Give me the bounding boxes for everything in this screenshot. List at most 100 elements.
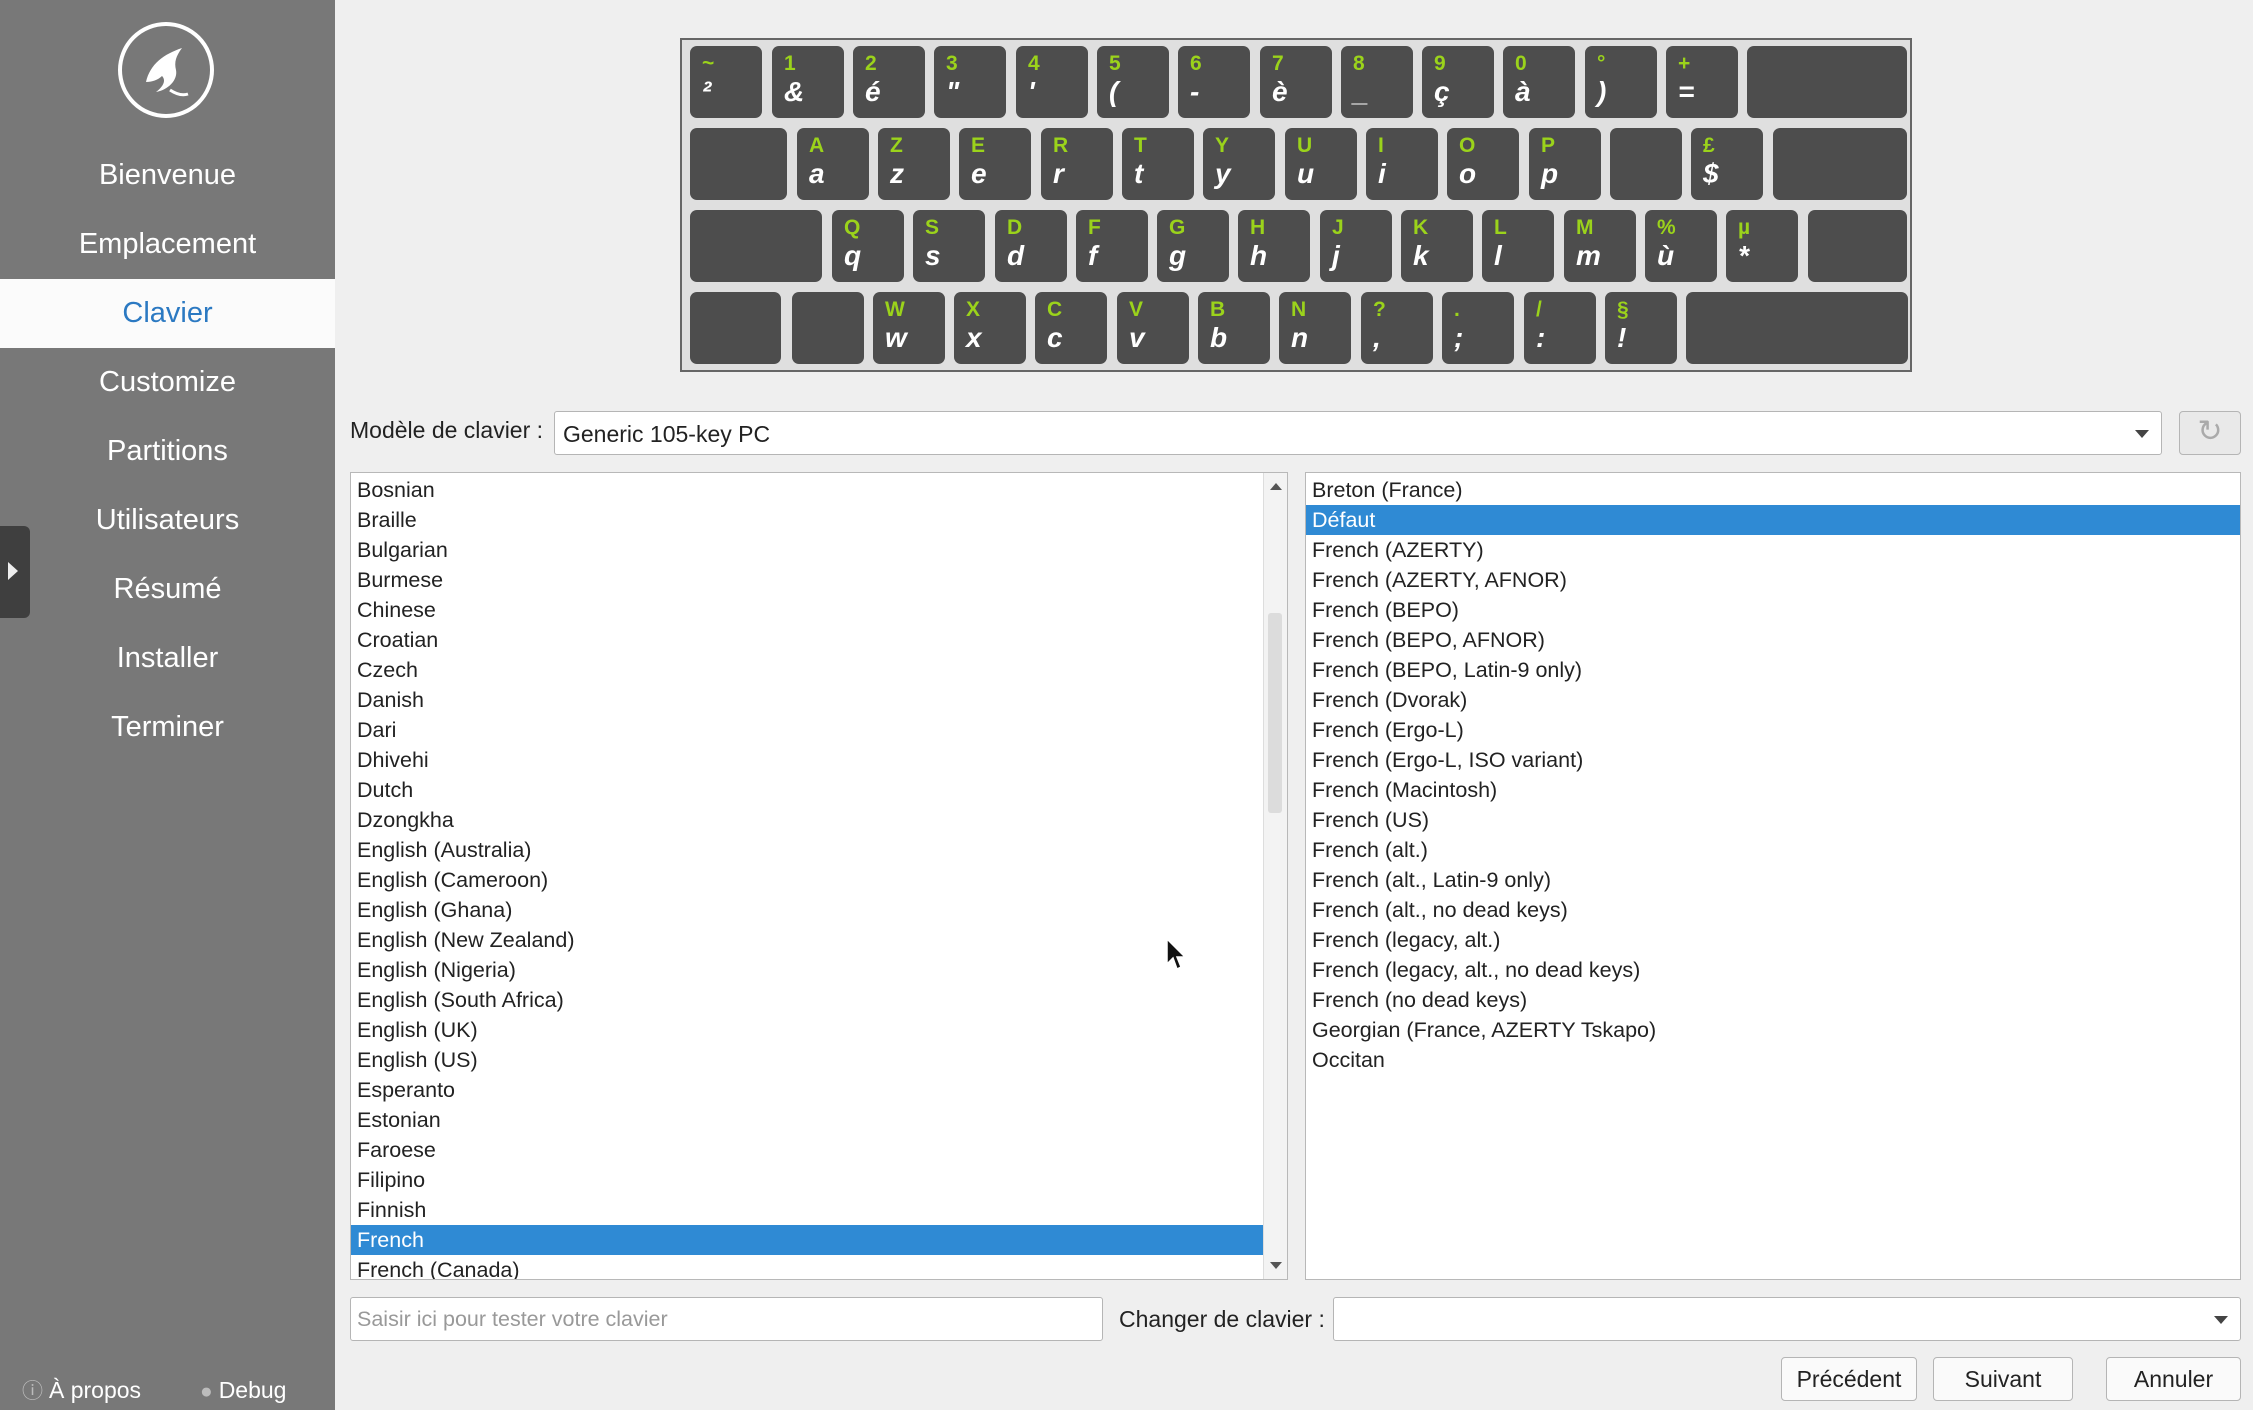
key-upper-legend: M bbox=[1576, 216, 1594, 239]
layout-list-item[interactable]: English (Ghana) bbox=[351, 895, 1263, 925]
variant-list-item[interactable]: French (legacy, alt.) bbox=[1306, 925, 2240, 955]
layout-list-item[interactable]: Burmese bbox=[351, 565, 1263, 595]
layout-list-item[interactable]: French bbox=[351, 1225, 1263, 1255]
keyboard-key: Nn bbox=[1279, 292, 1351, 364]
variant-list-item[interactable]: French (no dead keys) bbox=[1306, 985, 2240, 1015]
key-lower-legend: z bbox=[890, 158, 904, 189]
key-upper-legend: / bbox=[1536, 298, 1542, 321]
key-upper-legend: V bbox=[1129, 298, 1144, 321]
variant-list-item[interactable]: French (Ergo-L) bbox=[1306, 715, 2240, 745]
variant-list-item[interactable]: French (legacy, alt., no dead keys) bbox=[1306, 955, 2240, 985]
variant-list-item[interactable]: French (US) bbox=[1306, 805, 2240, 835]
sidebar-item-terminer[interactable]: Terminer bbox=[0, 693, 335, 762]
variant-list-item[interactable]: French (BEPO) bbox=[1306, 595, 2240, 625]
layout-list-item[interactable]: Chinese bbox=[351, 595, 1263, 625]
key-lower-legend: , bbox=[1373, 322, 1381, 353]
layout-list-item[interactable]: English (Australia) bbox=[351, 835, 1263, 865]
key-lower-legend: x bbox=[966, 322, 982, 353]
back-button[interactable]: Précédent bbox=[1781, 1357, 1917, 1401]
layout-list-item[interactable]: English (New Zealand) bbox=[351, 925, 1263, 955]
key-lower-legend: ² bbox=[702, 76, 712, 107]
variant-list-item[interactable]: French (AZERTY, AFNOR) bbox=[1306, 565, 2240, 595]
layout-list-item[interactable]: Dutch bbox=[351, 775, 1263, 805]
layout-list-item[interactable]: Bosnian bbox=[351, 475, 1263, 505]
variant-list-item[interactable]: French (alt.) bbox=[1306, 835, 2240, 865]
variant-list-item[interactable]: French (alt., no dead keys) bbox=[1306, 895, 2240, 925]
keyboard-model-select[interactable]: Generic 105-key PC bbox=[554, 411, 2162, 455]
key-upper-legend: . bbox=[1454, 298, 1460, 321]
sidebar-item-utilisateurs[interactable]: Utilisateurs bbox=[0, 486, 335, 555]
layout-list-item[interactable]: Braille bbox=[351, 505, 1263, 535]
layout-list-item[interactable]: Bulgarian bbox=[351, 535, 1263, 565]
sidebar-item-installer[interactable]: Installer bbox=[0, 624, 335, 693]
debug-button[interactable]: ● Debug bbox=[200, 1374, 286, 1406]
key-upper-legend: R bbox=[1053, 134, 1069, 157]
variant-list-item[interactable]: Breton (France) bbox=[1306, 475, 2240, 505]
sidebar-item-clavier[interactable]: Clavier bbox=[0, 279, 335, 348]
chevron-right-icon bbox=[8, 562, 18, 580]
variant-list-item[interactable]: French (Dvorak) bbox=[1306, 685, 2240, 715]
keyboard-key: Yy bbox=[1203, 128, 1275, 200]
keyboard-key: Qq bbox=[832, 210, 904, 282]
layout-list-scrollbar[interactable] bbox=[1263, 473, 1287, 1279]
layout-list-item[interactable]: English (US) bbox=[351, 1045, 1263, 1075]
layout-list-item[interactable]: English (UK) bbox=[351, 1015, 1263, 1045]
variant-list-item[interactable]: French (BEPO, AFNOR) bbox=[1306, 625, 2240, 655]
layout-list-item[interactable]: Esperanto bbox=[351, 1075, 1263, 1105]
layout-list-item[interactable]: Dari bbox=[351, 715, 1263, 745]
sidebar-item-customize[interactable]: Customize bbox=[0, 348, 335, 417]
variant-list-item[interactable]: French (BEPO, Latin-9 only) bbox=[1306, 655, 2240, 685]
key-upper-legend: 5 bbox=[1109, 52, 1121, 75]
keyboard-key: Cc bbox=[1035, 292, 1107, 364]
sidebar-toggle-handle[interactable] bbox=[0, 526, 30, 618]
variant-list-item[interactable]: French (Ergo-L, ISO variant) bbox=[1306, 745, 2240, 775]
variant-list-item[interactable]: Défaut bbox=[1306, 505, 2240, 535]
cancel-button[interactable]: Annuler bbox=[2106, 1357, 2241, 1401]
key-upper-legend: 1 bbox=[784, 52, 796, 75]
layout-list-item[interactable]: Croatian bbox=[351, 625, 1263, 655]
key-upper-legend: + bbox=[1678, 52, 1691, 75]
key-lower-legend: ! bbox=[1617, 322, 1627, 353]
key-upper-legend: G bbox=[1169, 216, 1186, 239]
layout-list-item[interactable]: Filipino bbox=[351, 1165, 1263, 1195]
scrollbar-thumb[interactable] bbox=[1268, 613, 1282, 813]
keyboard-variant-list[interactable]: Breton (France) Défaut French (AZERTY) Fren… bbox=[1305, 472, 2241, 1280]
keyboard-key: /: bbox=[1524, 292, 1596, 364]
sidebar-item-emplacement[interactable]: Emplacement bbox=[0, 210, 335, 279]
keyboard-test-input[interactable] bbox=[350, 1297, 1103, 1341]
sidebar-item-bienvenue[interactable]: Bienvenue bbox=[0, 141, 335, 210]
keyboard-key: Ff bbox=[1076, 210, 1148, 282]
key-lower-legend: y bbox=[1215, 158, 1231, 189]
key-upper-legend: Z bbox=[890, 134, 903, 157]
layout-list-item[interactable]: English (South Africa) bbox=[351, 985, 1263, 1015]
variant-list-item[interactable]: Georgian (France, AZERTY Tskapo) bbox=[1306, 1015, 2240, 1045]
scroll-up-icon[interactable] bbox=[1270, 483, 1282, 490]
reset-model-button[interactable]: ↻ bbox=[2179, 411, 2241, 455]
scroll-down-icon[interactable] bbox=[1270, 1262, 1282, 1269]
reset-icon: ↻ bbox=[2197, 415, 2223, 448]
layout-list-item[interactable]: Dzongkha bbox=[351, 805, 1263, 835]
layout-list-item[interactable]: Finnish bbox=[351, 1195, 1263, 1225]
variant-list-item[interactable]: Occitan bbox=[1306, 1045, 2240, 1075]
key-lower-legend: _ bbox=[1353, 76, 1369, 107]
next-button[interactable]: Suivant bbox=[1933, 1357, 2073, 1401]
layout-list-item[interactable]: Danish bbox=[351, 685, 1263, 715]
about-button[interactable]: ⓘ À propos bbox=[22, 1374, 141, 1406]
sidebar-item-resume[interactable]: Résumé bbox=[0, 555, 335, 624]
layout-list-item[interactable]: French (Canada) bbox=[351, 1255, 1263, 1279]
keyboard-key: Uu bbox=[1285, 128, 1357, 200]
key-upper-legend: H bbox=[1250, 216, 1266, 239]
layout-list-item[interactable]: English (Nigeria) bbox=[351, 955, 1263, 985]
keyboard-layout-list[interactable]: Bosnian Braille Bulgarian Burmese Chinese Cro… bbox=[350, 472, 1288, 1280]
switch-keyboard-select[interactable] bbox=[1333, 1297, 2241, 1341]
variant-list-item[interactable]: French (AZERTY) bbox=[1306, 535, 2240, 565]
variant-list-item[interactable]: French (alt., Latin-9 only) bbox=[1306, 865, 2240, 895]
sidebar-item-partitions[interactable]: Partitions bbox=[0, 417, 335, 486]
variant-list-item[interactable]: French (Macintosh) bbox=[1306, 775, 2240, 805]
key-lower-legend: ' bbox=[1028, 76, 1035, 107]
layout-list-item[interactable]: English (Cameroon) bbox=[351, 865, 1263, 895]
layout-list-item[interactable]: Faroese bbox=[351, 1135, 1263, 1165]
layout-list-item[interactable]: Dhivehi bbox=[351, 745, 1263, 775]
layout-list-item[interactable]: Estonian bbox=[351, 1105, 1263, 1135]
layout-list-item[interactable]: Czech bbox=[351, 655, 1263, 685]
